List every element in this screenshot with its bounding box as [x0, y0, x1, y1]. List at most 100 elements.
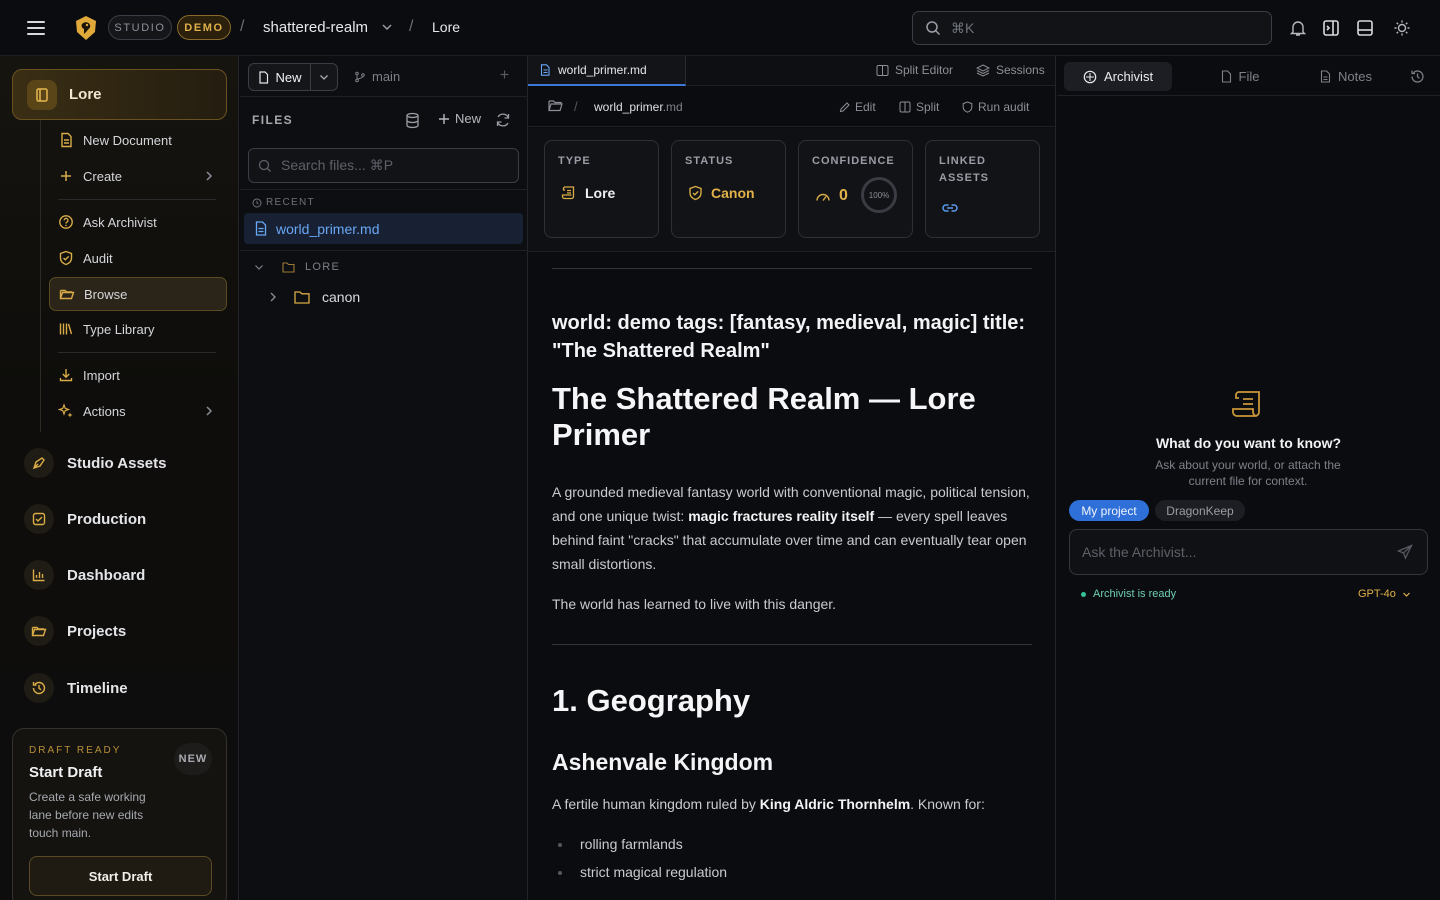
- scope-chip-my-project[interactable]: My project: [1069, 500, 1149, 521]
- chevron-down-icon[interactable]: [381, 21, 393, 33]
- history-icon[interactable]: [1410, 69, 1425, 84]
- library-icon: [58, 321, 74, 337]
- nav-timeline[interactable]: Timeline: [24, 668, 224, 708]
- scope-chip-dragonkeep[interactable]: DragonKeep: [1155, 500, 1245, 521]
- bell-icon[interactable]: [1288, 18, 1308, 38]
- link-icon[interactable]: [942, 202, 958, 214]
- archivist-input[interactable]: Ask the Archivist...: [1069, 529, 1428, 575]
- folder-open-icon: [59, 286, 75, 302]
- split-editor-button[interactable]: Split Editor: [876, 63, 953, 77]
- empty-state-title: What do you want to know?: [1155, 435, 1342, 451]
- new-dropdown-toggle[interactable]: [311, 64, 337, 90]
- sessions-button[interactable]: Sessions: [976, 63, 1045, 77]
- tab-archivist[interactable]: Archivist: [1064, 62, 1172, 91]
- nav-item-label: Browse: [84, 286, 128, 302]
- nav-item-label: Actions: [83, 403, 126, 419]
- chevron-right-icon: [201, 403, 217, 419]
- path-separator: /: [574, 99, 578, 114]
- folder-open-icon[interactable]: [548, 99, 563, 112]
- recent-file-name: world_primer.md: [276, 220, 380, 237]
- meta-value: 0: [815, 187, 848, 205]
- recent-label: RECENT: [252, 197, 315, 208]
- nav-item-label: Import: [83, 367, 120, 383]
- download-icon: [58, 367, 74, 383]
- status-dot: [1081, 591, 1086, 597]
- start-draft-button[interactable]: Start Draft: [29, 856, 212, 896]
- nav-dashboard[interactable]: Dashboard: [24, 555, 224, 595]
- chevron-down-icon: [254, 262, 264, 272]
- divider: [240, 250, 528, 251]
- confidence-ring: 100%: [861, 177, 897, 213]
- recent-file-item[interactable]: world_primer.md: [244, 213, 523, 244]
- editor-tab[interactable]: world_primer.md: [528, 56, 686, 86]
- sparkles-icon: [58, 403, 74, 419]
- breadcrumb-project[interactable]: shattered-realm: [263, 19, 368, 36]
- section-header-lore[interactable]: Lore: [12, 69, 227, 120]
- edit-label: Edit: [855, 100, 876, 114]
- refresh-icon[interactable]: [495, 112, 511, 128]
- meta-card-type[interactable]: TYPE Lore: [544, 140, 659, 238]
- shield-icon: [962, 101, 973, 113]
- document-content: world: demo tags: [fantasy, medieval, ma…: [552, 252, 1032, 886]
- list-item: rolling farmlands: [552, 830, 1032, 858]
- tree-folder-canon[interactable]: canon: [268, 289, 360, 305]
- folder-icon: [282, 261, 295, 273]
- nav-item-browse[interactable]: Browse: [49, 277, 227, 311]
- chevron-right-icon: [268, 291, 278, 303]
- new-file-button[interactable]: New: [438, 111, 481, 126]
- send-icon[interactable]: [1397, 544, 1413, 560]
- tree-folder-lore[interactable]: LORE: [254, 261, 340, 273]
- nav-projects[interactable]: Projects: [24, 611, 224, 651]
- meta-card-confidence[interactable]: CONFIDENCE 0 100%: [798, 140, 913, 238]
- nav-item-ask-archivist[interactable]: Ask Archivist: [49, 205, 227, 239]
- branch-selector[interactable]: main: [354, 69, 400, 84]
- nav-studio-assets[interactable]: Studio Assets: [24, 443, 224, 483]
- file-search-placeholder: Search files... ⌘P: [281, 157, 394, 173]
- nav-item-audit[interactable]: Audit: [49, 241, 227, 275]
- meta-label: LINKED ASSETS: [939, 155, 990, 184]
- nav-main-label: Studio Assets: [67, 454, 167, 472]
- panel-bottom-icon[interactable]: [1355, 18, 1375, 38]
- nav-item-label: Type Library: [83, 321, 155, 337]
- tab-notes[interactable]: Notes: [1315, 62, 1377, 91]
- tab-label: File: [1238, 69, 1260, 84]
- pencil-icon: [839, 101, 850, 113]
- meta-card-status[interactable]: STATUS Canon: [671, 140, 786, 238]
- app-logo-icon[interactable]: [74, 15, 98, 41]
- breadcrumb-separator: /: [240, 18, 245, 35]
- columns-icon: [876, 64, 889, 77]
- files-panel: New main FILES New Search files... ⌘P RE…: [240, 56, 528, 900]
- nav-item-new-document[interactable]: New Document: [49, 123, 227, 157]
- file-text-icon: [540, 64, 551, 76]
- nav-item-actions[interactable]: Actions: [49, 394, 227, 428]
- tab-file[interactable]: File: [1207, 62, 1273, 91]
- draft-card: DRAFT READY NEW Start Draft Create a saf…: [12, 728, 227, 900]
- path-file-base: world_primer: [594, 100, 663, 114]
- database-icon[interactable]: [404, 112, 421, 129]
- split-button[interactable]: Split: [899, 100, 939, 114]
- breadcrumb-section[interactable]: Lore: [432, 19, 460, 35]
- nav-item-import[interactable]: Import: [49, 358, 227, 392]
- new-button[interactable]: New: [249, 64, 311, 90]
- frontmatter-heading: world: demo tags: [fantasy, medieval, ma…: [552, 312, 1026, 362]
- folder-icon: [294, 290, 310, 304]
- menu-icon[interactable]: [26, 18, 46, 38]
- global-search-input[interactable]: ⌘K: [912, 11, 1272, 45]
- plus-icon: [438, 113, 450, 125]
- scroll-icon: [1231, 389, 1265, 421]
- file-search-input[interactable]: Search files... ⌘P: [248, 148, 519, 183]
- studio-pill[interactable]: STUDIO: [108, 15, 172, 40]
- meta-card-linked-assets[interactable]: LINKED ASSETS: [925, 140, 1040, 238]
- panel-left-icon[interactable]: [1321, 18, 1341, 38]
- pen-tool-icon: [24, 448, 54, 478]
- nav-production[interactable]: Production: [24, 499, 224, 539]
- add-branch-icon[interactable]: [499, 69, 510, 80]
- sun-icon[interactable]: [1392, 18, 1412, 38]
- nav-item-create[interactable]: Create: [49, 159, 227, 193]
- edit-button[interactable]: Edit: [839, 100, 876, 114]
- model-selector[interactable]: GPT-4o: [1358, 588, 1411, 600]
- run-audit-button[interactable]: Run audit: [962, 100, 1029, 114]
- nav-item-type-library[interactable]: Type Library: [49, 312, 227, 346]
- nav-item-label: Audit: [83, 250, 113, 266]
- horizontal-rule: [552, 644, 1032, 645]
